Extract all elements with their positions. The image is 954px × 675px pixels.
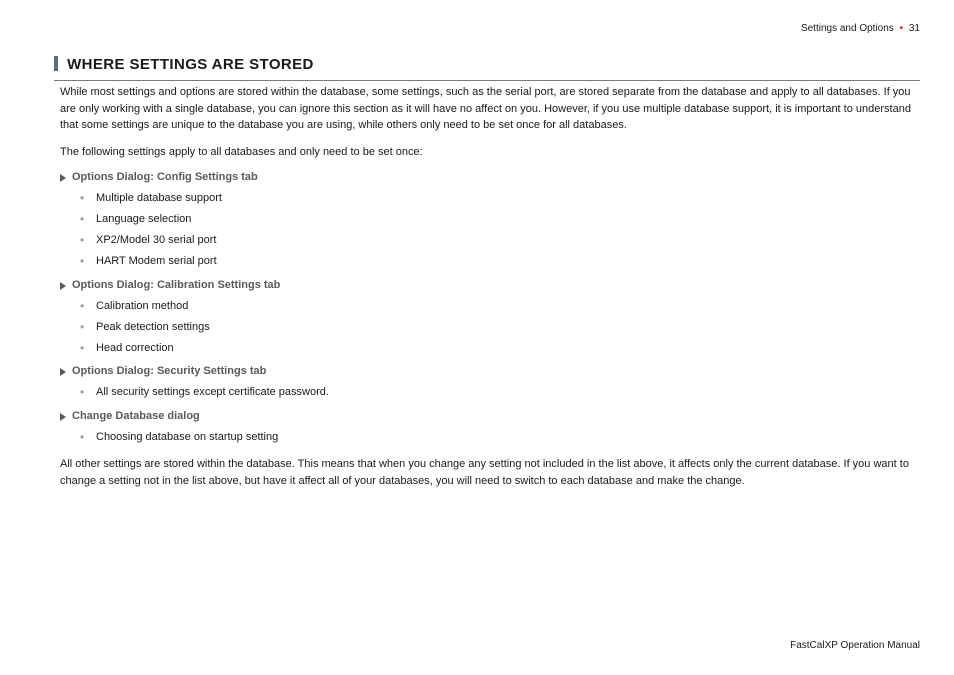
group-items: Choosing database on startup setting [60,430,920,446]
list-item: All security settings except certificate… [86,385,920,401]
group-heading: Change Database dialog [60,409,920,425]
group-heading: Options Dialog: Security Settings tab [60,364,920,380]
content-body: While most settings and options are stor… [60,80,920,499]
group-items: Calibration method Peak detection setting… [60,299,920,357]
page-header: Settings and Options • 31 [801,22,920,37]
lead-in-paragraph: The following settings apply to all data… [60,144,920,161]
page-footer: FastCalXP Operation Manual [790,639,920,654]
group-heading: Options Dialog: Calibration Settings tab [60,278,920,294]
intro-paragraph: While most settings and options are stor… [60,84,920,134]
group-title: Options Dialog: Calibration Settings tab [72,278,280,294]
group-title: Options Dialog: Security Settings tab [72,364,266,380]
group-title: Change Database dialog [72,409,200,425]
page-number: 31 [909,23,920,34]
group-title: Options Dialog: Config Settings tab [72,170,258,186]
group-items: Multiple database support Language select… [60,191,920,270]
settings-groups: Options Dialog: Config Settings tab Multi… [60,170,920,446]
triangle-right-icon [60,368,66,376]
triangle-right-icon [60,413,66,421]
document-page: Settings and Options • 31 WHERE SETTINGS… [0,0,954,675]
group-items: All security settings except certificate… [60,385,920,401]
settings-group: Options Dialog: Calibration Settings tab… [60,278,920,357]
list-item: Peak detection settings [86,320,920,336]
list-item: Language selection [86,212,920,228]
section-title-container: WHERE SETTINGS ARE STORED [54,54,920,81]
closing-paragraph: All other settings are stored within the… [60,456,920,489]
header-section-name: Settings and Options [801,23,894,34]
list-item: Multiple database support [86,191,920,207]
list-item: HART Modem serial port [86,254,920,270]
settings-group: Change Database dialog Choosing database … [60,409,920,446]
group-heading: Options Dialog: Config Settings tab [60,170,920,186]
list-item: XP2/Model 30 serial port [86,233,920,249]
list-item: Head correction [86,341,920,357]
settings-group: Options Dialog: Security Settings tab All… [60,364,920,401]
settings-group: Options Dialog: Config Settings tab Multi… [60,170,920,270]
triangle-right-icon [60,174,66,182]
section-title: WHERE SETTINGS ARE STORED [54,54,920,81]
section-title-text: WHERE SETTINGS ARE STORED [67,56,314,73]
list-item: Choosing database on startup setting [86,430,920,446]
bullet-separator-icon: • [900,23,904,34]
triangle-right-icon [60,282,66,290]
list-item: Calibration method [86,299,920,315]
title-accent-icon [54,56,58,71]
